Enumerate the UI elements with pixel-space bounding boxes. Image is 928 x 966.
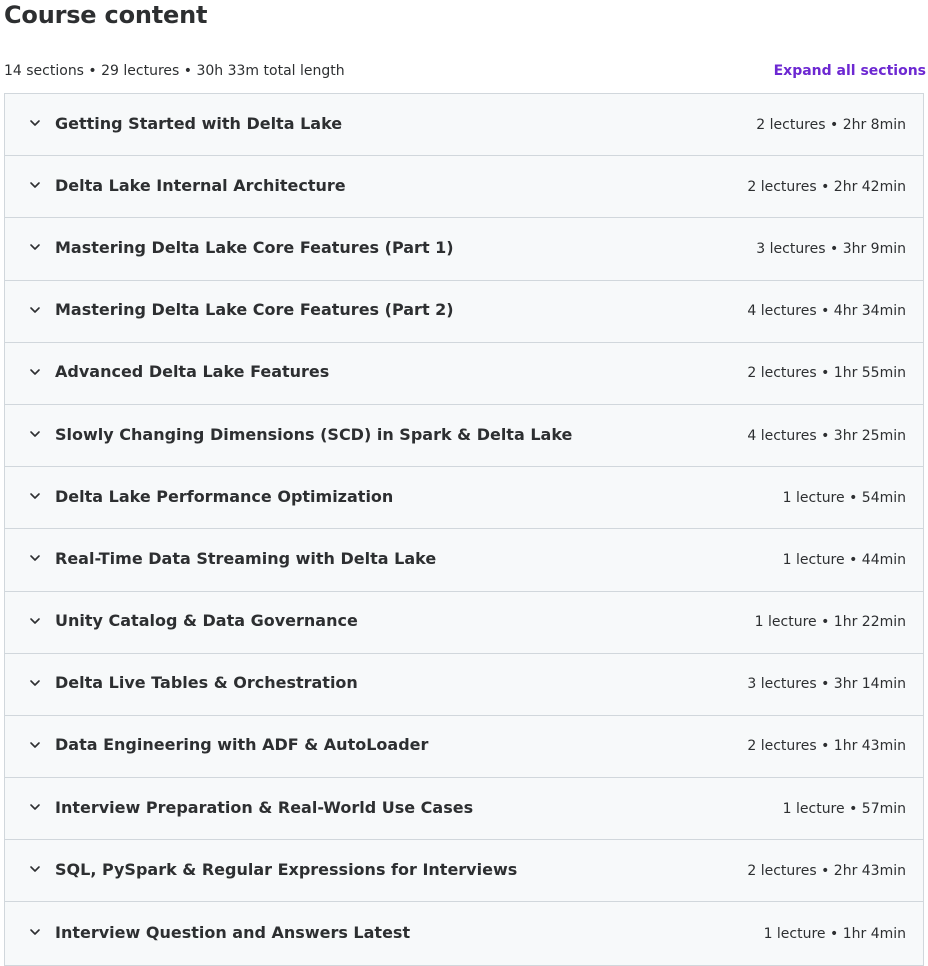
course-summary: 14 sections • 29 lectures • 30h 33m tota…	[4, 63, 345, 79]
chevron-down-icon[interactable]	[25, 300, 45, 320]
chevron-down-icon[interactable]	[25, 797, 45, 817]
section-meta: 1 lecture • 1hr 4min	[763, 925, 906, 942]
section-meta: 2 lectures • 1hr 55min	[747, 365, 906, 382]
section-meta: 1 lecture • 44min	[782, 551, 906, 568]
section-title: Getting Started with Delta Lake	[55, 113, 343, 133]
section-title: Delta Live Tables & Orchestration	[55, 673, 358, 693]
section-row-6[interactable]: Slowly Changing Dimensions (SCD) in Spar…	[5, 404, 923, 468]
section-row-4[interactable]: Mastering Delta Lake Core Features (Part…	[5, 280, 923, 343]
section-row-9[interactable]: Unity Catalog & Data Governance 1 lectur…	[5, 591, 923, 654]
chevron-down-icon[interactable]	[25, 673, 45, 693]
section-title: Data Engineering with ADF & AutoLoader	[55, 735, 429, 755]
section-title: Advanced Delta Lake Features	[55, 362, 330, 382]
section-row-3[interactable]: Mastering Delta Lake Core Features (Part…	[5, 218, 923, 281]
page-title: Course content	[4, 1, 208, 29]
section-meta: 1 lecture • 57min	[782, 800, 906, 817]
section-meta: 2 lectures • 1hr 43min	[747, 738, 906, 755]
chevron-down-icon[interactable]	[25, 611, 45, 631]
section-row-10[interactable]: Delta Live Tables & Orchestration 3 lect…	[5, 653, 923, 716]
section-title: Mastering Delta Lake Core Features (Part…	[55, 300, 454, 320]
chevron-down-icon[interactable]	[25, 735, 45, 755]
section-meta: 4 lectures • 4hr 34min	[747, 303, 906, 320]
section-title: Interview Preparation & Real-World Use C…	[55, 797, 474, 817]
section-row-14[interactable]: Interview Question and Answers Latest 1 …	[5, 902, 923, 965]
section-row-2[interactable]: Delta Lake Internal Architecture 2 lectu…	[5, 156, 923, 219]
section-title: Mastering Delta Lake Core Features (Part…	[55, 237, 454, 257]
section-meta: 4 lectures • 3hr 25min	[747, 427, 906, 444]
section-meta: 1 lecture • 54min	[782, 489, 906, 506]
section-title: Delta Lake Internal Architecture	[55, 175, 346, 195]
chevron-down-icon[interactable]	[25, 486, 45, 506]
section-meta: 2 lectures • 2hr 42min	[747, 178, 906, 195]
section-title: Interview Question and Answers Latest	[55, 922, 411, 942]
chevron-down-icon[interactable]	[25, 175, 45, 195]
section-row-13[interactable]: SQL, PySpark & Regular Expressions for I…	[5, 840, 923, 903]
course-summary-row: 14 sections • 29 lectures • 30h 33m tota…	[4, 60, 926, 82]
section-meta: 1 lecture • 1hr 22min	[754, 614, 906, 631]
chevron-down-icon[interactable]	[25, 424, 45, 444]
section-title: Slowly Changing Dimensions (SCD) in Spar…	[55, 424, 573, 444]
chevron-down-icon[interactable]	[25, 548, 45, 568]
section-meta: 2 lectures • 2hr 43min	[747, 862, 906, 879]
section-meta: 3 lectures • 3hr 14min	[747, 676, 906, 693]
expand-all-sections-button[interactable]: Expand all sections	[774, 63, 926, 79]
chevron-down-icon[interactable]	[25, 237, 45, 257]
chevron-down-icon[interactable]	[25, 859, 45, 879]
section-title: SQL, PySpark & Regular Expressions for I…	[55, 859, 518, 879]
section-row-1[interactable]: Getting Started with Delta Lake 2 lectur…	[5, 94, 923, 157]
chevron-down-icon[interactable]	[25, 922, 45, 942]
section-title: Unity Catalog & Data Governance	[55, 611, 358, 631]
section-row-5[interactable]: Advanced Delta Lake Features 2 lectures …	[5, 342, 923, 405]
section-meta: 2 lectures • 2hr 8min	[756, 116, 906, 133]
chevron-down-icon[interactable]	[25, 113, 45, 133]
section-row-8[interactable]: Real-Time Data Streaming with Delta Lake…	[5, 529, 923, 592]
section-row-11[interactable]: Data Engineering with ADF & AutoLoader 2…	[5, 715, 923, 779]
course-sections-list: Getting Started with Delta Lake 2 lectur…	[4, 93, 924, 966]
section-title: Delta Lake Performance Optimization	[55, 486, 394, 506]
section-title: Real-Time Data Streaming with Delta Lake	[55, 548, 437, 568]
section-row-12[interactable]: Interview Preparation & Real-World Use C…	[5, 778, 923, 841]
section-meta: 3 lectures • 3hr 9min	[756, 240, 906, 257]
chevron-down-icon[interactable]	[25, 362, 45, 382]
section-row-7[interactable]: Delta Lake Performance Optimization 1 le…	[5, 467, 923, 530]
